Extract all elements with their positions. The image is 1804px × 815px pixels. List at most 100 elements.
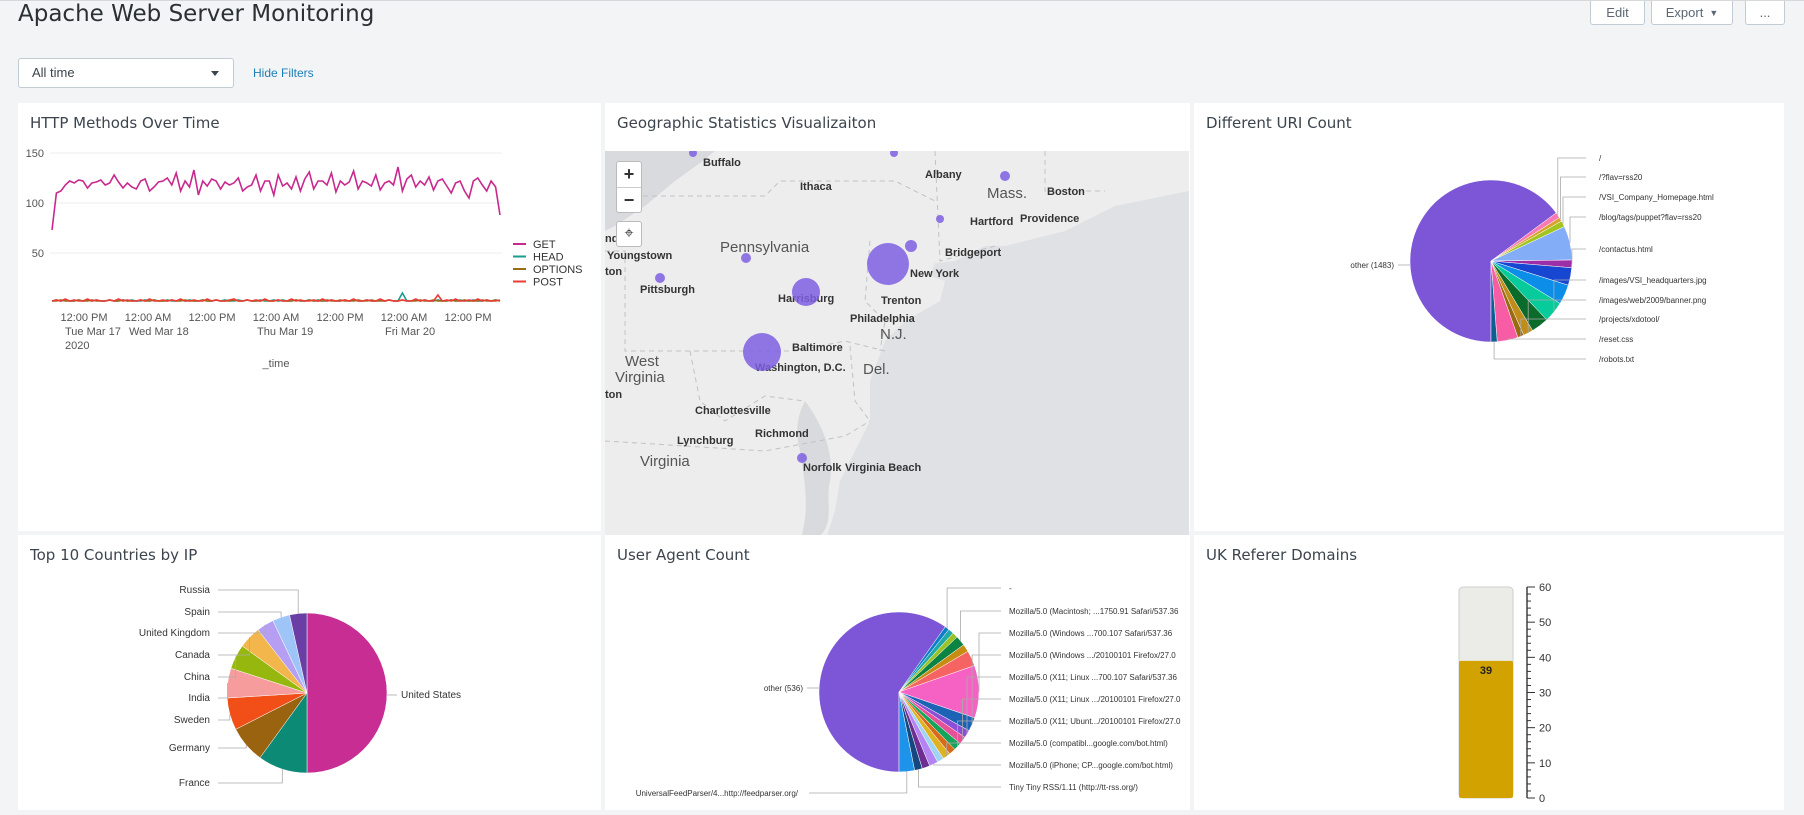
countries-pie-chart: United States France Germany Sweden India Chi…	[139, 585, 461, 789]
map-city-label: Virginia	[615, 369, 665, 386]
pie-label: /robots.txt	[1599, 355, 1635, 364]
y-tick-label: 50	[32, 248, 44, 260]
uri-pie-chart: / /?flav=rss20/VSI_Company_Homepage.html /…	[1350, 154, 1714, 364]
map-city-label: ton	[605, 266, 622, 278]
map-bubble	[1000, 171, 1010, 181]
pie-label: China	[184, 672, 211, 683]
map-city-label: Providence	[1020, 213, 1079, 225]
zoom-in-button[interactable]: +	[617, 162, 641, 187]
gauge-tick-label: 0	[1539, 793, 1545, 805]
map-city-label: Hartford	[970, 216, 1013, 228]
uk-referer-gauge: 39 60 50 40 30 20 10 0	[1458, 582, 1551, 805]
hide-filters-link[interactable]: Hide Filters	[253, 66, 314, 80]
map-city-label: Pittsburgh	[640, 284, 695, 296]
zoom-out-button[interactable]: −	[617, 187, 641, 212]
pie-label: other (1483)	[1350, 261, 1394, 270]
x-tick-label: 12:00 AM	[253, 312, 299, 324]
map-city-label: Pennsylvania	[720, 239, 810, 256]
pie-label: UniversalFeedParser/4...http://feedparse…	[636, 789, 799, 798]
panel-title: Different URI Count	[1206, 114, 1352, 132]
time-range-dropdown[interactable]: All time	[18, 58, 234, 88]
leader-line	[960, 610, 1001, 641]
pie-label: Sweden	[174, 715, 210, 726]
export-button[interactable]: Export ▼	[1651, 1, 1733, 25]
leader-line	[1493, 341, 1586, 360]
pie-label: Mozilla/5.0 (X11; Ubunt.../20100101 Fire…	[1009, 717, 1181, 726]
map-city-label: Buffalo	[703, 157, 741, 169]
map-view[interactable]: Buffalo Albany Ithaca Mass. Boston Hartford Pr…	[605, 151, 1189, 542]
export-label: Export	[1665, 5, 1704, 20]
pie-label: /projects/xdotool/	[1599, 315, 1660, 324]
pie-label: /images/VSI_headquarters.jpg	[1599, 276, 1707, 285]
map-bubble	[792, 278, 820, 306]
pie-label: Russia	[179, 585, 210, 596]
series-line-get	[51, 166, 501, 231]
x-tick-label: 12:00 AM	[125, 312, 171, 324]
map-bubble	[890, 151, 898, 157]
edit-button[interactable]: Edit	[1590, 1, 1645, 25]
x-tick-label: 12:00 PM	[188, 312, 235, 324]
map-city-label: Richmond	[755, 428, 809, 440]
pie-label: other (536)	[764, 684, 803, 693]
edit-label: Edit	[1606, 5, 1629, 20]
user-agent-panel: User Agent Count - Mozilla/5.0 (Macintosh…	[605, 535, 1190, 810]
leader-line	[978, 632, 1001, 692]
time-range-value: All time	[32, 65, 75, 80]
http-methods-line-chart: 150 100 50 12:00 PM Tue Mar 17 2020 12:00 AM We…	[26, 148, 583, 370]
leader-line	[1569, 216, 1586, 243]
map-city-label: New York	[910, 268, 960, 280]
gauge-tick-label: 10	[1539, 758, 1551, 770]
pie-label: Mozilla/5.0 (Windows .../20100101 Firefo…	[1009, 651, 1176, 660]
pie-label: Mozilla/5.0 (Windows ...700.107 Safari/5…	[1009, 629, 1173, 638]
x-tick-label: Wed Mar 18	[129, 326, 189, 338]
leader-line	[1571, 248, 1586, 264]
pie-label: Tiny Tiny RSS/1.11 (http://tt-rss.org/)	[1009, 783, 1138, 792]
map-city-label: Philadelphia	[850, 313, 916, 325]
leader-line	[218, 589, 299, 614]
gauge-tick-label: 40	[1539, 652, 1551, 664]
more-actions-button[interactable]: ...	[1745, 1, 1785, 25]
legend-item: GET	[533, 239, 556, 251]
leader-line	[1560, 176, 1586, 220]
panel-title: HTTP Methods Over Time	[30, 114, 220, 132]
map-bubble	[741, 253, 751, 263]
countries-panel: Top 10 Countries by IP United States Fran…	[18, 535, 601, 810]
pie-label: Mozilla/5.0 (X11; Linux ...700.107 Safar…	[1009, 673, 1178, 682]
map-city-label: Baltimore	[792, 342, 843, 354]
leader-line	[933, 764, 1001, 766]
uk-referer-panel: UK Referer Domains 39 60 50 40 30 20 10 0	[1194, 535, 1784, 810]
x-tick-label: Tue Mar 17	[65, 326, 121, 338]
geo-panel: Geographic Statistics Visualizaiton Buff…	[605, 103, 1190, 542]
leader-line	[917, 769, 1001, 788]
x-tick-label: Thu Mar 19	[257, 326, 313, 338]
x-axis-label: _time	[262, 358, 290, 370]
map-city-label: Trenton	[881, 295, 922, 307]
x-tick-label: Fri Mar 20	[385, 326, 435, 338]
panel-title: Geographic Statistics Visualizaiton	[617, 114, 877, 132]
x-tick-label: 12:00 PM	[316, 312, 363, 324]
pie-label: Canada	[175, 650, 210, 661]
map-city-label: West	[625, 353, 660, 370]
map-city-label: Virginia Beach	[845, 462, 921, 474]
pie-label: /VSI_Company_Homepage.html	[1599, 193, 1714, 202]
caret-down-icon: ▼	[1709, 7, 1719, 18]
map-city-label: Mass.	[987, 185, 1027, 202]
map-city-label: Ithaca	[800, 181, 833, 193]
dashboard-header: Apache Web Server Monitoring Edit Export…	[0, 0, 1804, 52]
map-overlay: Buffalo Albany Ithaca Mass. Boston Hartford Pr…	[605, 151, 1085, 474]
x-tick-label: 12:00 PM	[60, 312, 107, 324]
pie-label: Mozilla/5.0 (X11; Linux .../20100101 Fir…	[1009, 695, 1181, 704]
leader-line	[218, 683, 229, 699]
map-bubble	[905, 240, 917, 252]
pie-slice	[306, 612, 388, 774]
pie-label: United Kingdom	[139, 628, 210, 639]
map-bubble	[743, 333, 781, 371]
leader-line	[1507, 338, 1586, 341]
legend-item: OPTIONS	[533, 264, 583, 276]
map-city-label: Norfolk	[803, 462, 842, 474]
locate-icon[interactable]: ⌖	[616, 221, 642, 247]
gauge-fill	[1459, 660, 1513, 798]
leader-line	[1557, 157, 1586, 216]
leader-line	[218, 611, 282, 618]
gauge-tick-label: 30	[1539, 688, 1551, 700]
